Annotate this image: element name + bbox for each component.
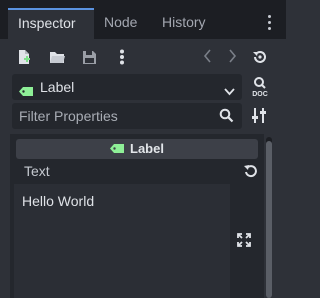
inspector-toolbar	[0, 39, 286, 75]
more-options-icon[interactable]	[112, 47, 132, 67]
search-icon	[219, 108, 234, 128]
load-folder-icon[interactable]	[47, 47, 67, 67]
forward-chevron-icon[interactable]	[224, 47, 240, 67]
selected-object-name: Label	[40, 79, 75, 95]
section-title: Label	[130, 141, 164, 156]
tab-label: History	[162, 14, 206, 30]
doc-icon-text: DOC	[252, 91, 268, 98]
tab-inspector[interactable]: Inspector	[8, 8, 94, 39]
section-header-label[interactable]: Label	[16, 139, 258, 159]
filter-properties-input[interactable]	[12, 103, 242, 129]
object-selector[interactable]: Label	[12, 74, 242, 100]
scrollbar-thumb[interactable]	[266, 141, 272, 298]
label-tag-icon	[19, 83, 33, 101]
property-tools-icon[interactable]	[251, 107, 267, 129]
back-chevron-icon[interactable]	[200, 47, 216, 67]
chevron-down-icon	[224, 83, 235, 101]
dock-tab-bar: Inspector Node History	[0, 0, 286, 39]
tab-node[interactable]: Node	[94, 8, 154, 39]
expand-editor-icon[interactable]	[237, 233, 251, 252]
tab-label: Node	[104, 14, 138, 30]
save-icon[interactable]	[79, 47, 99, 67]
dock-menu-icon[interactable]	[268, 15, 272, 31]
revert-icon[interactable]	[244, 164, 258, 183]
text-property-editor[interactable]: Hello World	[14, 184, 230, 298]
history-icon[interactable]	[250, 47, 270, 67]
label-tag-icon	[110, 139, 125, 159]
text-property-value: Hello World	[22, 193, 95, 209]
new-resource-icon[interactable]	[14, 47, 34, 67]
tab-label: Inspector	[18, 15, 76, 31]
property-name-text: Text	[24, 163, 50, 179]
open-documentation-button[interactable]: DOC	[250, 74, 270, 100]
tab-history[interactable]: History	[152, 8, 222, 39]
